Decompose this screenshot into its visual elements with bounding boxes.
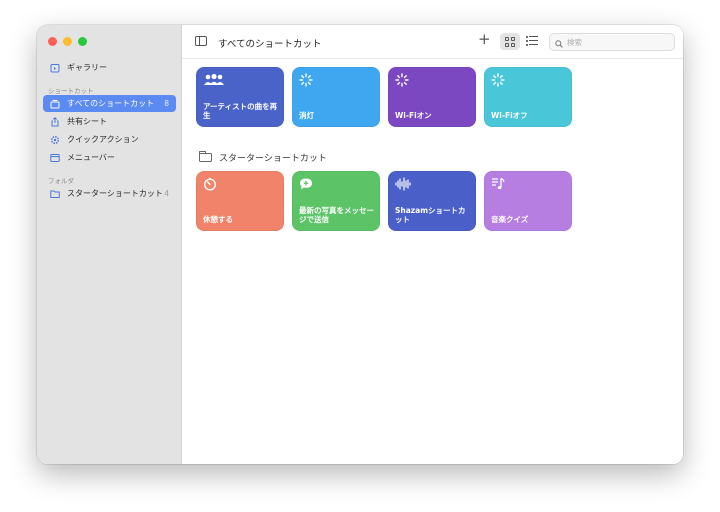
minimize-button[interactable] — [63, 37, 72, 46]
sidebar-toggle-icon[interactable] — [195, 36, 207, 46]
folder-icon — [199, 151, 212, 162]
main-content: すべてのショートカット + アーティストの曲を再 — [182, 25, 683, 464]
search-field[interactable] — [549, 33, 675, 51]
section-label-shortcuts: ショートカット — [48, 87, 94, 95]
sidebar-item-label: クイックアクション — [67, 135, 139, 144]
sidebar-item-quick-actions[interactable]: クイックアクション — [43, 131, 176, 148]
shortcut-tile[interactable]: アーティストの曲を再生 — [196, 67, 284, 127]
sidebar-item-all-shortcuts[interactable]: すべてのショートカット 8 — [43, 95, 176, 112]
waveform-icon — [395, 177, 415, 191]
sidebar-item-label: メニューバー — [67, 153, 115, 162]
message-icon — [299, 177, 319, 191]
share-sheet-icon — [50, 116, 60, 127]
sidebar: ギャラリー ショートカット すべてのショートカット 8 共有シート クイックアク… — [37, 25, 182, 464]
shortcut-tile[interactable]: 音楽クイズ — [484, 171, 572, 231]
sidebar-item-gallery[interactable]: ギャラリー — [43, 59, 176, 76]
shortcut-label: Shazamショートカット — [395, 205, 466, 225]
sidebar-item-menubar[interactable]: メニューバー — [43, 149, 176, 166]
folder-section-header: スターターショートカット — [199, 151, 327, 164]
add-shortcut-button[interactable]: + — [478, 32, 491, 47]
shortcut-tile[interactable]: 休憩する — [196, 171, 284, 231]
gear-icon — [50, 135, 60, 145]
shortcut-count: 4 — [164, 189, 169, 198]
shortcut-tile[interactable]: Shazamショートカット — [388, 171, 476, 231]
shortcut-label: アーティストの曲を再生 — [203, 101, 278, 121]
sparkle-icon — [395, 73, 415, 87]
shortcuts-window: ギャラリー ショートカット すべてのショートカット 8 共有シート クイックアク… — [37, 25, 683, 464]
timer-icon — [203, 177, 223, 191]
music-icon — [491, 177, 511, 191]
window-controls — [48, 37, 87, 46]
shortcut-tile[interactable]: 消灯 — [292, 67, 380, 127]
sparkle-icon — [491, 73, 511, 87]
all-shortcuts-icon — [50, 99, 60, 109]
shortcut-label: Wi-Fiオフ — [491, 111, 528, 121]
shortcut-tile[interactable]: Wi-Fiオン — [388, 67, 476, 127]
sidebar-item-share-sheet[interactable]: 共有シート — [43, 113, 176, 130]
page-title: すべてのショートカット — [218, 39, 322, 50]
section-label-folders: フォルダ — [48, 177, 74, 185]
shortcut-label: Wi-Fiオン — [395, 111, 432, 121]
sidebar-item-label: ギャラリー — [67, 63, 107, 72]
shortcut-label: 休憩する — [203, 215, 233, 225]
shortcut-count: 8 — [164, 99, 169, 108]
sparkle-icon — [299, 73, 319, 87]
search-icon — [555, 33, 563, 52]
search-input[interactable] — [567, 37, 667, 47]
sidebar-item-starter-shortcuts[interactable]: スターターショートカット 4 — [43, 185, 176, 202]
sidebar-item-label: すべてのショートカット — [67, 99, 155, 108]
sidebar-item-label: スターターショートカット — [67, 189, 163, 198]
shortcut-label: 消灯 — [299, 111, 314, 121]
gallery-icon — [50, 63, 60, 73]
menubar-icon — [50, 153, 60, 163]
shortcut-label: 音楽クイズ — [491, 215, 529, 225]
toolbar: すべてのショートカット + — [182, 25, 683, 59]
list-view-button[interactable] — [526, 36, 538, 46]
people-icon — [203, 73, 224, 87]
folder-title: スターターショートカット — [219, 154, 327, 164]
grid-view-button[interactable] — [500, 33, 520, 50]
shortcut-tile[interactable]: 最新の写真をメッセージで送信 — [292, 171, 380, 231]
close-button[interactable] — [48, 37, 57, 46]
folder-icon — [50, 189, 60, 199]
sidebar-item-label: 共有シート — [67, 117, 107, 126]
shortcut-label: 最新の写真をメッセージで送信 — [299, 205, 374, 225]
shortcut-tile[interactable]: Wi-Fiオフ — [484, 67, 572, 127]
zoom-button[interactable] — [78, 37, 87, 46]
